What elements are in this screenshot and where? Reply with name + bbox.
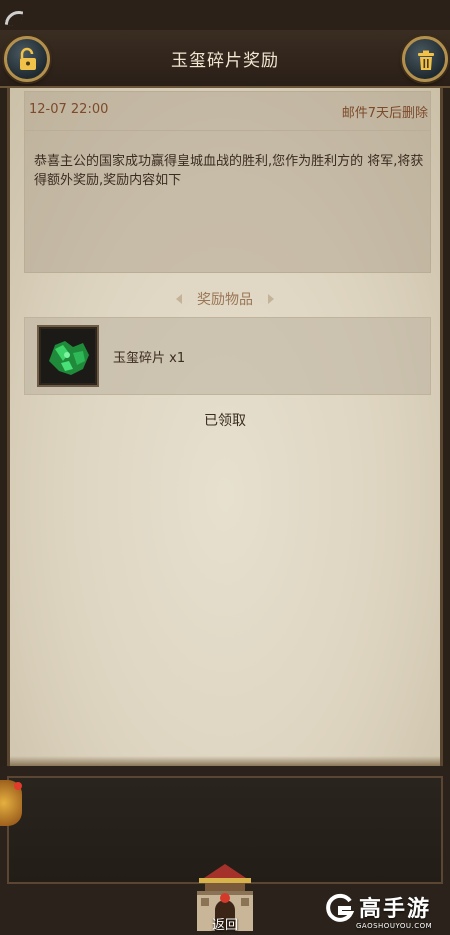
back-button[interactable]: 返回 [191,858,259,935]
lock-icon [20,47,36,70]
claim-status: 已领取 [204,413,246,429]
back-label: 返回 [211,918,238,933]
title-bar: 玉玺碎片奖励 [0,30,450,88]
gaoshouyou-logo-icon [326,893,354,922]
divider [25,130,430,131]
mail-expire-note: 邮件7天后删除 [341,106,428,121]
paper-edge [10,756,440,766]
notification-dot [14,782,22,790]
unlock-button[interactable] [4,36,50,82]
page-title: 玉玺碎片奖励 [171,51,279,71]
reward-item-name: 玉玺碎片 x1 [113,351,186,366]
delete-mail-button[interactable] [402,36,448,82]
reward-item-row: 玉玺碎片 x1 [24,317,431,395]
jade-seal-fragment-icon [49,341,89,375]
trash-icon [418,50,434,70]
signal-arc-icon [4,8,24,28]
mail-date: 12-07 22:00 [29,102,109,117]
mail-paper: 12-07 22:00 邮件7天后删除 恭喜主公的国家成功赢得皇城血战的胜利,您… [7,88,443,766]
mail-content-box: 12-07 22:00 邮件7天后删除 恭喜主公的国家成功赢得皇城血战的胜利,您… [24,91,431,273]
reward-section-label: 奖励物品 [197,291,253,308]
status-bar [0,0,450,30]
mail-body-text: 恭喜主公的国家成功赢得皇城血战的胜利,您作为胜利方的 将军,将获得额外奖励,奖励… [34,154,424,188]
reward-item-slot[interactable] [37,325,99,387]
reward-section-header: 奖励物品 [10,288,440,309]
ornament-left-icon [164,293,182,304]
watermark-title: 高手游 [359,897,432,922]
watermark: 高手游 GAOSHOUYOU.COM [324,893,444,933]
ornament-right-icon [268,293,287,304]
watermark-url: GAOSHOUYOU.COM [356,922,433,930]
